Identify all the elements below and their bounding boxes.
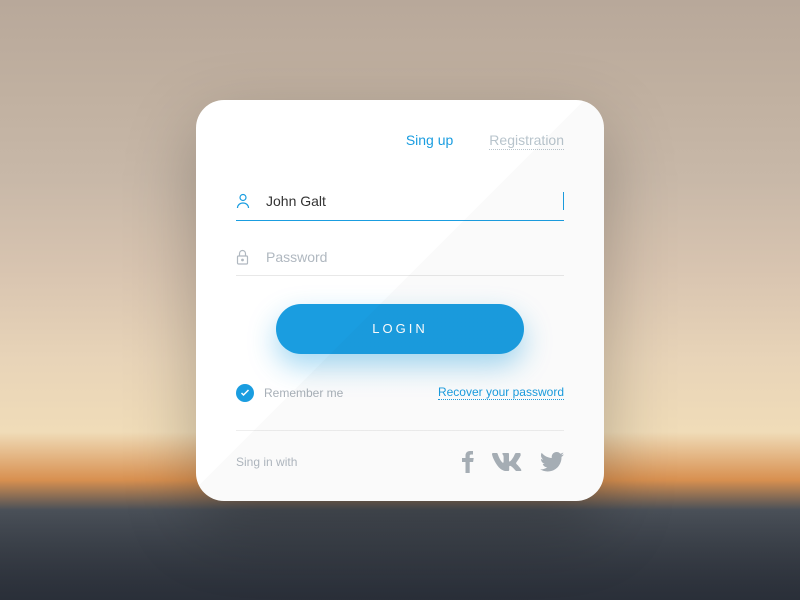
divider xyxy=(236,430,564,431)
remember-me-checkbox[interactable]: Remember me xyxy=(236,384,343,402)
username-input[interactable] xyxy=(258,193,565,209)
facebook-icon[interactable] xyxy=(462,451,474,473)
social-icons xyxy=(462,451,564,473)
options-row: Remember me Recover your password xyxy=(236,384,564,402)
login-button[interactable]: LOGIN xyxy=(276,304,524,354)
tab-signup[interactable]: Sing up xyxy=(406,132,453,150)
lock-icon xyxy=(236,249,258,265)
vk-icon[interactable] xyxy=(492,453,522,471)
login-card: Sing up Registration LOGIN Rem xyxy=(196,100,604,501)
tab-registration[interactable]: Registration xyxy=(489,132,564,150)
user-icon xyxy=(236,193,258,209)
check-icon xyxy=(236,384,254,402)
auth-tabs: Sing up Registration xyxy=(236,132,564,150)
recover-password-link[interactable]: Recover your password xyxy=(438,385,564,400)
password-input[interactable] xyxy=(258,249,564,265)
social-row: Sing in with xyxy=(236,451,564,473)
remember-label: Remember me xyxy=(264,386,343,400)
social-label: Sing in with xyxy=(236,455,297,469)
username-field-wrapper xyxy=(236,182,564,221)
text-cursor xyxy=(563,192,564,210)
password-field-wrapper xyxy=(236,239,564,276)
twitter-icon[interactable] xyxy=(540,452,564,472)
